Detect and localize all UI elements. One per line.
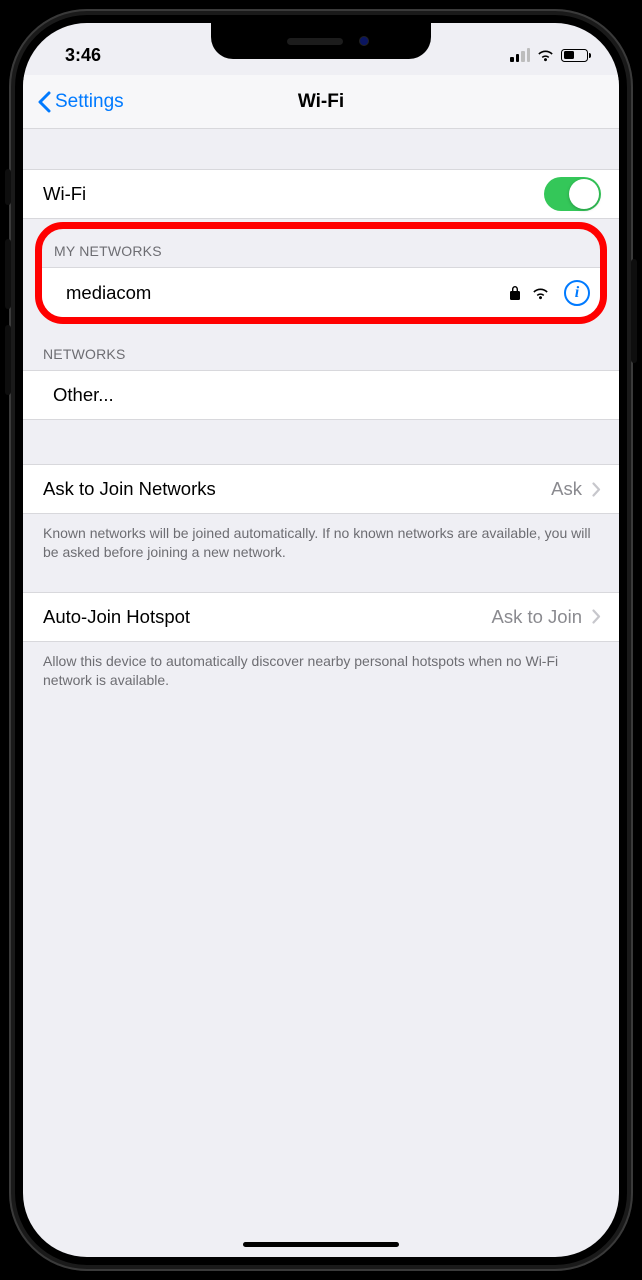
battery-icon <box>561 49 591 62</box>
front-camera <box>359 36 369 46</box>
page-title: Wi-Fi <box>298 91 344 113</box>
chevron-right-icon <box>592 482 601 497</box>
cellular-signal-icon <box>510 48 530 62</box>
other-label: Other... <box>43 384 601 406</box>
notch <box>211 23 431 59</box>
networks-header: NETWORKS <box>23 324 619 370</box>
chevron-right-icon <box>592 609 601 624</box>
home-indicator[interactable] <box>243 1242 399 1247</box>
wifi-status-icon <box>536 48 555 62</box>
phone-frame: 3:46 <box>9 9 633 1271</box>
power-button <box>631 259 637 363</box>
volume-up-button <box>5 239 11 309</box>
chevron-left-icon <box>37 91 51 113</box>
auto-join-row[interactable]: Auto-Join Hotspot Ask to Join <box>23 592 619 642</box>
other-network-row[interactable]: Other... <box>23 370 619 420</box>
back-label: Settings <box>55 91 124 113</box>
auto-join-label: Auto-Join Hotspot <box>43 606 492 628</box>
wifi-toggle-label: Wi-Fi <box>43 183 544 205</box>
lock-icon <box>509 285 521 301</box>
volume-down-button <box>5 325 11 395</box>
speaker <box>287 38 343 45</box>
nav-header: Settings Wi-Fi <box>23 75 619 129</box>
back-button[interactable]: Settings <box>37 91 124 113</box>
ask-to-join-label: Ask to Join Networks <box>43 478 551 500</box>
mute-switch <box>5 169 11 205</box>
ask-to-join-value: Ask <box>551 478 582 500</box>
ask-to-join-footer: Known networks will be joined automatica… <box>23 514 619 568</box>
content: Wi-Fi MY NETWORKS mediacom <box>23 129 619 696</box>
status-right <box>510 48 591 62</box>
info-icon[interactable]: i <box>564 280 590 306</box>
wifi-toggle-row[interactable]: Wi-Fi <box>23 169 619 219</box>
status-time: 3:46 <box>65 45 101 66</box>
phone-screen: 3:46 <box>23 23 619 1257</box>
wifi-signal-icon <box>531 286 550 300</box>
ask-to-join-row[interactable]: Ask to Join Networks Ask <box>23 464 619 514</box>
wifi-toggle[interactable] <box>544 177 601 211</box>
my-networks-header: MY NETWORKS <box>42 229 600 267</box>
auto-join-value: Ask to Join <box>492 606 583 628</box>
network-icons: i <box>509 280 590 306</box>
network-row-mediacom[interactable]: mediacom i <box>42 267 600 317</box>
highlight-my-networks: MY NETWORKS mediacom i <box>35 222 607 324</box>
auto-join-footer: Allow this device to automatically disco… <box>23 642 619 696</box>
network-name: mediacom <box>56 282 509 304</box>
